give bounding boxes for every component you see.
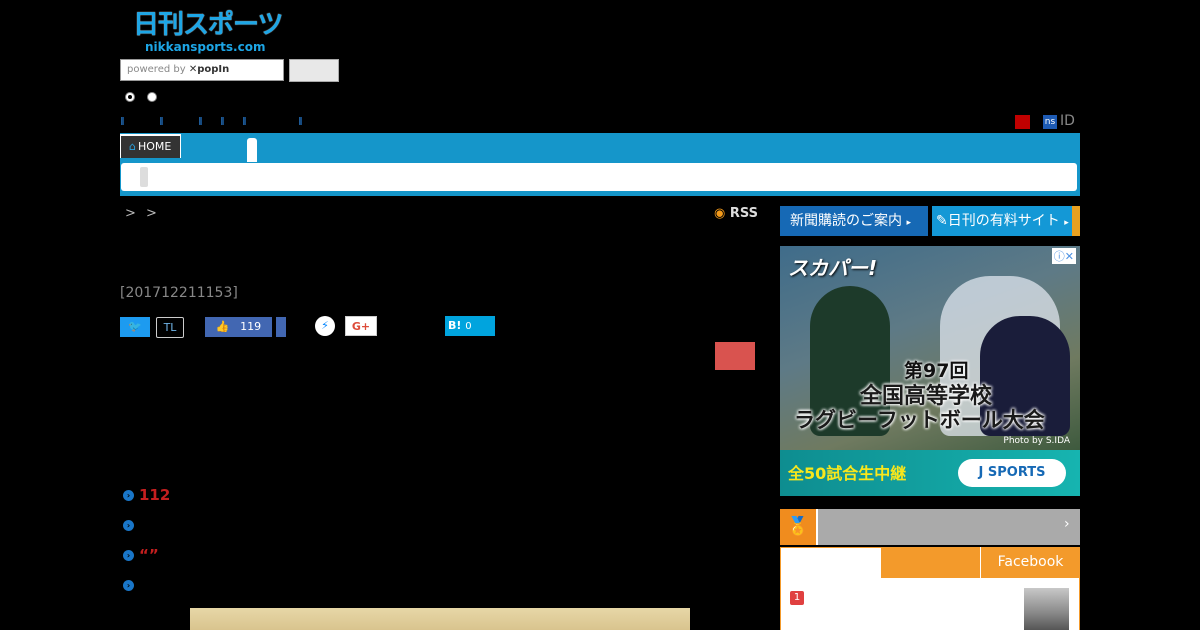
hatena-label: B! bbox=[448, 319, 462, 332]
newspaper-subscription-button[interactable]: 新聞購読のご案内 ▸ bbox=[780, 206, 928, 236]
red-action-button[interactable] bbox=[715, 342, 755, 370]
ad-jsports-button[interactable]: J SPORTS bbox=[958, 459, 1066, 487]
breadcrumb[interactable]: > > bbox=[125, 206, 157, 221]
caret-right-icon: ▸ bbox=[1064, 218, 1069, 228]
newspaper-subscription-label: 新聞購読のご案内 bbox=[790, 213, 902, 229]
logo-domain: nikkansports.com bbox=[145, 40, 266, 54]
related-link-label: 112 bbox=[139, 486, 171, 504]
ns-id-link[interactable]: ID bbox=[1060, 113, 1075, 129]
ranking-tab-facebook[interactable]: Facebook bbox=[980, 547, 1080, 578]
popin-brand: ✕popIn bbox=[188, 64, 230, 75]
related-link[interactable]: › bbox=[123, 576, 139, 594]
search-powered-by: powered by bbox=[127, 64, 186, 75]
search-button[interactable] bbox=[289, 59, 339, 82]
red-square-link[interactable] bbox=[1015, 115, 1030, 129]
messenger-share-button[interactable]: ⚡ bbox=[315, 316, 335, 336]
facebook-like-button[interactable]: 👍 119 bbox=[205, 317, 272, 337]
related-link[interactable]: › “” bbox=[123, 546, 159, 564]
rss-label: RSS bbox=[729, 206, 759, 221]
nav-tab-active[interactable] bbox=[247, 138, 257, 162]
chevron-right-icon: › bbox=[123, 550, 134, 561]
facebook-like-count: 119 bbox=[240, 320, 262, 333]
search-scope-radio-site[interactable] bbox=[125, 92, 135, 102]
ad-brand: スカパー! bbox=[788, 256, 878, 280]
google-plus-share-button[interactable]: G+ bbox=[345, 316, 377, 336]
top-link[interactable] bbox=[243, 117, 249, 125]
hatena-bookmark-button[interactable]: B! 0 bbox=[445, 316, 495, 336]
pencil-icon: ✎ bbox=[936, 213, 948, 229]
top-link[interactable] bbox=[199, 117, 205, 125]
sub-nav-item[interactable] bbox=[140, 167, 148, 187]
ns-badge-icon[interactable]: ns bbox=[1043, 115, 1057, 129]
rss-link[interactable]: ◉ RSS bbox=[714, 206, 758, 221]
top-link[interactable] bbox=[160, 117, 166, 125]
chevron-right-icon: › bbox=[123, 490, 134, 501]
paid-site-label: 日刊の有料サイト bbox=[947, 213, 1060, 229]
related-link[interactable]: › 112 bbox=[123, 486, 170, 504]
search-scope-radio-web[interactable] bbox=[147, 92, 157, 102]
messenger-icon: ⚡ bbox=[321, 319, 329, 332]
ranking-medal-icon: 🏅 bbox=[780, 509, 818, 545]
nav-tab-home[interactable]: ⌂ HOME bbox=[120, 134, 181, 158]
logo-text: 日刊スポーツ bbox=[133, 10, 283, 40]
related-link[interactable]: › bbox=[123, 516, 139, 534]
paid-site-button[interactable]: ✎日刊の有料サイト ▸ bbox=[932, 206, 1080, 236]
thumbs-up-icon: 👍 bbox=[215, 320, 230, 333]
chevron-right-icon: › bbox=[123, 580, 134, 591]
ranking-thumbnail[interactable] bbox=[1024, 588, 1069, 630]
article-photo bbox=[190, 608, 690, 630]
hatena-count: 0 bbox=[465, 321, 472, 332]
ad-band-text: 全50試合生中継 bbox=[788, 464, 907, 483]
timeline-button[interactable]: TL bbox=[156, 317, 184, 338]
article-timestamp: [201712211153] bbox=[120, 285, 238, 301]
ad-title-line2: ラグビーフットボール大会 bbox=[794, 408, 1045, 432]
home-icon: ⌂ bbox=[129, 140, 136, 153]
chevron-right-icon: › bbox=[123, 520, 134, 531]
caret-right-icon: ▸ bbox=[906, 218, 911, 228]
search-input[interactable]: powered by ✕popIn bbox=[120, 59, 284, 81]
ad-photo-credit: Photo by S.IDA bbox=[1003, 436, 1070, 446]
twitter-icon: 🐦 bbox=[128, 320, 142, 333]
top-link[interactable] bbox=[299, 117, 305, 125]
top-link[interactable] bbox=[221, 117, 227, 125]
chevron-right-icon[interactable]: › bbox=[1064, 516, 1070, 532]
ranking-tab-active[interactable] bbox=[781, 548, 881, 578]
site-logo[interactable]: 日刊スポーツ nikkansports.com bbox=[133, 10, 285, 58]
rss-icon: ◉ bbox=[714, 206, 726, 221]
related-link-label: “” bbox=[139, 546, 159, 564]
adchoices-icon[interactable]: ⓘ✕ bbox=[1051, 248, 1076, 264]
facebook-share-button[interactable] bbox=[276, 317, 286, 337]
nav-tab-home-label: HOME bbox=[137, 140, 172, 153]
sub-nav-bar bbox=[121, 163, 1077, 191]
ranking-number-badge: 1 bbox=[790, 591, 804, 605]
sidebar-ad-banner[interactable]: スカパー! ⓘ✕ 第97回 全国高等学校 ラグビーフットボール大会 Photo … bbox=[780, 246, 1080, 496]
top-link[interactable] bbox=[121, 117, 127, 125]
twitter-share-button[interactable]: 🐦 bbox=[120, 317, 150, 337]
ranking-header[interactable] bbox=[780, 509, 1080, 545]
